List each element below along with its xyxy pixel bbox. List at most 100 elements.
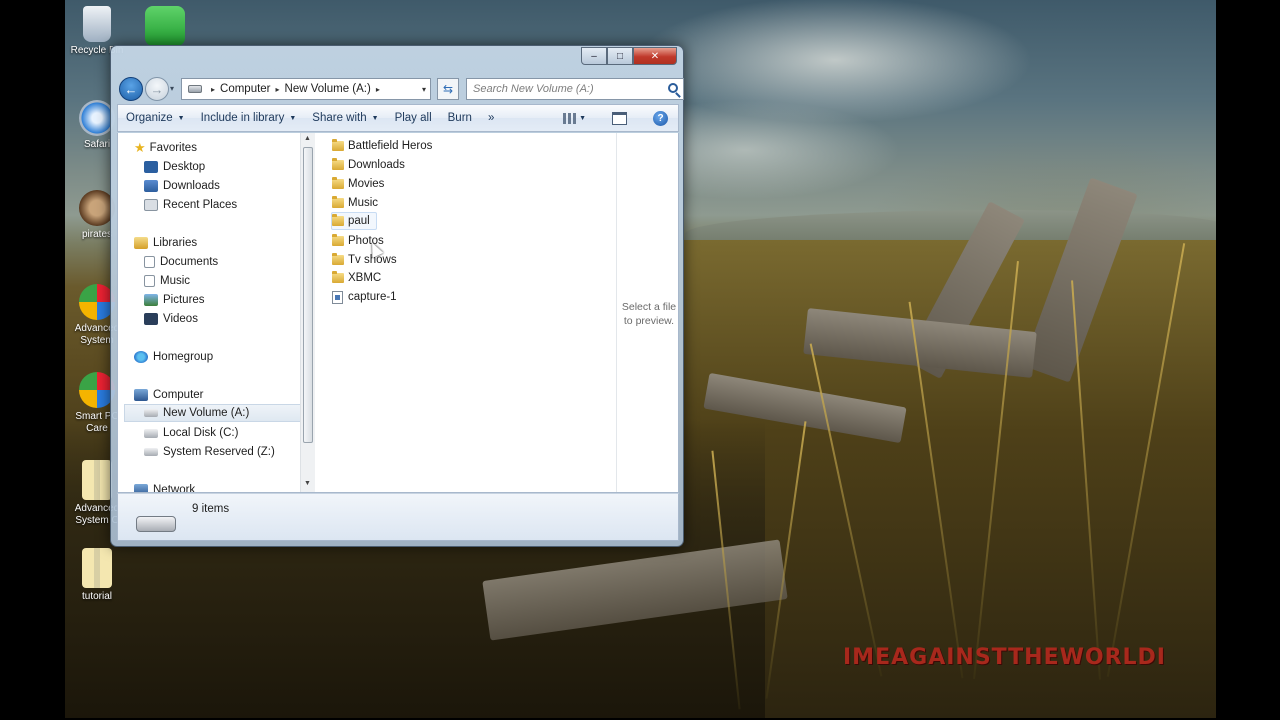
drive-icon <box>188 85 202 93</box>
nav-item-music[interactable]: Music <box>144 272 300 290</box>
breadcrumb-separator[interactable]: ▸ <box>376 85 380 94</box>
more-commands-button[interactable]: » <box>480 107 502 129</box>
preview-text-line: Select a file <box>621 301 677 313</box>
explorer-content: ★ Favorites Desktop Downloads Recent Pla… <box>117 133 679 493</box>
nav-label: New Volume (A:) <box>163 407 250 419</box>
recent-pages-dropdown[interactable]: ▾ <box>170 84 174 93</box>
minimize-button[interactable]: – <box>581 47 607 65</box>
preview-pane: Select a file to preview. <box>616 133 678 492</box>
refresh-button[interactable]: ⇆ <box>437 78 459 100</box>
nav-label: System Reserved (Z:) <box>163 446 275 458</box>
nav-label: Documents <box>160 256 219 268</box>
desktop-icon-phone[interactable] <box>133 6 197 49</box>
back-button[interactable]: ← <box>119 77 143 101</box>
nav-favorites[interactable]: ★ Favorites <box>134 139 300 157</box>
navigation-bar: ← → ▾ ▸ Computer ▸ New Volume (A:) ▸ ▾ ⇆ <box>117 75 684 103</box>
desktop-icon-tutorial[interactable]: tutorial <box>65 548 129 603</box>
include-in-library-button[interactable]: Include in library ▼ <box>193 107 305 129</box>
scrollbar-thumb[interactable] <box>303 147 313 443</box>
include-in-library-label: Include in library <box>200 112 285 124</box>
watermark: IMEAGAINSTTHEWORLDI <box>843 645 1166 670</box>
address-bar[interactable]: ▸ Computer ▸ New Volume (A:) ▸ ▾ <box>181 78 431 100</box>
search-input[interactable] <box>467 79 657 99</box>
nav-item-new-volume-a[interactable]: New Volume (A:) <box>124 404 300 422</box>
play-all-button[interactable]: Play all <box>387 107 440 129</box>
organize-button[interactable]: Organize ▼ <box>118 107 193 129</box>
preview-text-line: to preview. <box>623 315 675 327</box>
details-pane: 9 items <box>117 493 679 541</box>
list-item-file[interactable]: capture-1 <box>332 288 403 306</box>
drive-icon <box>136 516 176 532</box>
nav-label: Desktop <box>163 161 206 173</box>
drive-icon <box>144 448 158 456</box>
nav-network[interactable]: Network <box>134 481 300 493</box>
nav-item-pictures[interactable]: Pictures <box>144 291 300 309</box>
network-icon <box>134 484 148 492</box>
documents-icon <box>144 256 155 268</box>
file-name: capture-1 <box>348 291 397 303</box>
nav-label: Favorites <box>149 142 197 154</box>
folder-icon <box>332 177 344 189</box>
nav-item-local-disk-c[interactable]: Local Disk (C:) <box>144 424 300 442</box>
forward-button[interactable]: → <box>145 77 169 101</box>
videos-icon <box>144 313 158 325</box>
nav-item-documents[interactable]: Documents <box>144 253 300 271</box>
maximize-button[interactable]: □ <box>607 47 633 65</box>
search-icon[interactable] <box>668 83 678 93</box>
nav-item-recent-places[interactable]: Recent Places <box>144 196 300 214</box>
chevron-down-icon: ▼ <box>289 114 297 122</box>
breadcrumb-computer[interactable]: Computer <box>220 83 271 95</box>
organize-label: Organize <box>126 112 173 124</box>
nav-label: Network <box>153 484 196 493</box>
breadcrumb-separator[interactable]: ▸ <box>276 85 280 94</box>
navigation-pane: ★ Favorites Desktop Downloads Recent Pla… <box>118 133 300 493</box>
nav-label: Local Disk (C:) <box>163 427 239 439</box>
folder-zip-icon <box>82 460 112 500</box>
item-count: 9 items <box>192 503 230 515</box>
list-item-folder[interactable]: Downloads <box>332 156 411 174</box>
list-item-folder[interactable]: XBMC <box>332 269 387 287</box>
chevron-down-icon[interactable]: ▼ <box>579 115 586 122</box>
breadcrumb-new-volume[interactable]: New Volume (A:) <box>285 83 371 95</box>
nav-homegroup[interactable]: Homegroup <box>134 348 300 366</box>
breadcrumb-separator[interactable]: ▸ <box>211 85 215 94</box>
list-item-folder[interactable]: paul <box>331 212 377 230</box>
desktop-icon <box>144 161 158 173</box>
scroll-up-arrow[interactable]: ▲ <box>304 135 311 142</box>
list-item-folder[interactable]: Tv shows <box>332 251 403 269</box>
refresh-icon: ⇆ <box>442 82 454 96</box>
music-icon <box>144 275 155 287</box>
nav-libraries[interactable]: Libraries <box>134 234 300 252</box>
chevron-down-icon: ▼ <box>177 114 185 122</box>
chevron-down-icon: ▼ <box>371 114 379 122</box>
nav-label: Recent Places <box>163 199 238 211</box>
close-button[interactable]: ✕ <box>633 47 677 65</box>
window-controls: – □ ✕ <box>581 47 677 65</box>
nav-item-system-reserved-z[interactable]: System Reserved (Z:) <box>144 443 300 461</box>
recycle-bin-icon <box>83 6 111 42</box>
help-icon[interactable]: ? <box>653 110 668 126</box>
file-name: Downloads <box>348 159 405 171</box>
folder-icon <box>332 158 344 170</box>
computer-icon <box>134 389 148 401</box>
scroll-down-arrow[interactable]: ▼ <box>304 480 311 487</box>
folder-icon <box>332 253 344 265</box>
nav-item-downloads[interactable]: Downloads <box>144 177 300 195</box>
address-dropdown-button[interactable]: ▾ <box>422 85 426 94</box>
nav-item-videos[interactable]: Videos <box>144 310 300 328</box>
windows-drive-icon <box>144 428 158 438</box>
navigation-scrollbar[interactable]: ▲ ▼ <box>300 133 315 492</box>
list-item-folder[interactable]: Battlefield Heros <box>332 137 438 155</box>
search-box[interactable] <box>466 78 684 100</box>
nav-computer[interactable]: Computer <box>134 386 300 404</box>
list-item-folder[interactable]: Music <box>332 194 384 212</box>
folder-icon <box>332 234 344 246</box>
explorer-window[interactable]: – □ ✕ ← → ▾ ▸ Computer ▸ New Volume (A:)… <box>110 45 684 547</box>
burn-button[interactable]: Burn <box>440 107 480 129</box>
list-item-folder[interactable]: Movies <box>332 175 390 193</box>
change-view-icon[interactable] <box>563 112 577 124</box>
nav-item-desktop[interactable]: Desktop <box>144 158 300 176</box>
preview-pane-icon[interactable] <box>612 111 627 125</box>
share-with-button[interactable]: Share with ▼ <box>304 107 386 129</box>
command-bar: Organize ▼ Include in library ▼ Share with… <box>117 104 679 132</box>
